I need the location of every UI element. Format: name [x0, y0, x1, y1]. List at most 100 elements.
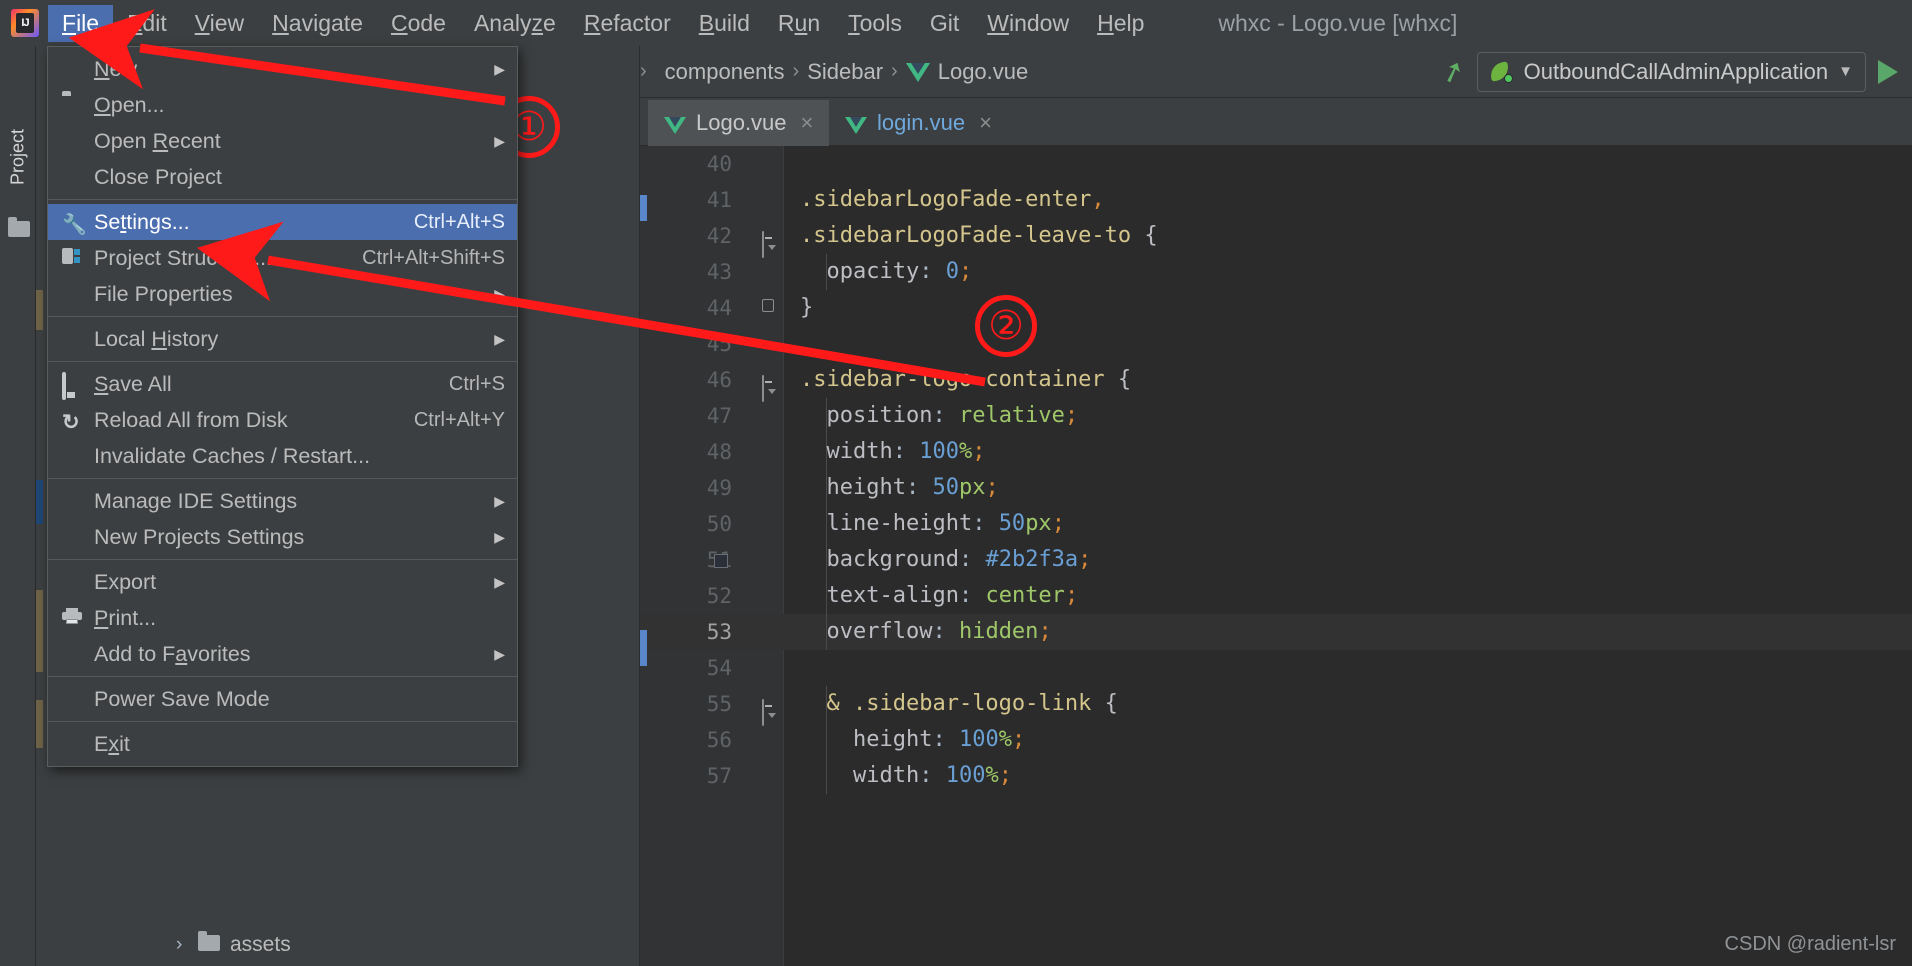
- menu-code[interactable]: Code: [377, 5, 460, 42]
- file-menu-item-print[interactable]: Print...: [48, 600, 517, 636]
- menu-edit[interactable]: Edit: [113, 5, 181, 42]
- code-token: line-height: [800, 511, 973, 536]
- file-menu-item-exit[interactable]: Exit: [48, 726, 517, 762]
- code-token: 50: [998, 511, 1026, 536]
- code-line[interactable]: 56 height: 100%;: [640, 722, 1912, 758]
- menu-analyze[interactable]: Analyze: [460, 5, 570, 42]
- project-tree[interactable]: ›assets›components: [36, 926, 640, 966]
- menu-item-label: New: [94, 56, 138, 81]
- file-menu-item-add-to-favorites[interactable]: Add to Favorites ▶: [48, 636, 517, 672]
- hammer-icon[interactable]: ➚: [1436, 52, 1470, 91]
- chevron-down-icon[interactable]: ▼: [1838, 63, 1853, 80]
- menu-navigate[interactable]: Navigate: [258, 5, 377, 42]
- code-line[interactable]: 47 position: relative;: [640, 398, 1912, 434]
- menu-run[interactable]: Run: [764, 5, 834, 42]
- code-line[interactable]: 54: [640, 650, 1912, 686]
- run-configuration-selector[interactable]: OutboundCallAdminApplication ▼: [1476, 51, 1866, 92]
- run-triangle-icon[interactable]: [1878, 59, 1898, 84]
- code-token: #2b2f3a: [985, 547, 1079, 572]
- code-line[interactable]: 45: [640, 326, 1912, 362]
- chevron-right-icon: ▶: [494, 285, 505, 302]
- chevron-right-icon: ▶: [494, 330, 505, 347]
- code-token: 100: [945, 763, 986, 788]
- code-line[interactable]: 44}: [640, 290, 1912, 326]
- menu-file[interactable]: File: [48, 4, 114, 42]
- code-token: :: [932, 403, 959, 428]
- code-token: .sidebar-logo-container: [800, 367, 1118, 392]
- folder-icon: [8, 217, 30, 238]
- fold-end-icon[interactable]: [762, 299, 777, 317]
- code-line[interactable]: 55 & .sidebar-logo-link {: [640, 686, 1912, 726]
- file-menu-item-project-structure[interactable]: Project Structure... Ctrl+Alt+Shift+S: [48, 240, 517, 276]
- code-line[interactable]: 49 height: 50px;: [640, 470, 1912, 506]
- breadcrumb-item-Logo-vue[interactable]: Logo.vue: [898, 59, 1037, 85]
- file-menu-item-local-history[interactable]: Local History ▶: [48, 321, 517, 357]
- file-menu-item-settings[interactable]: 🔧 Settings... Ctrl+Alt+S: [48, 204, 517, 240]
- menu-item-label: Local History: [94, 326, 219, 351]
- file-menu-item-file-properties[interactable]: File Properties ▶: [48, 276, 517, 312]
- breadcrumb-item-components[interactable]: components: [657, 59, 793, 85]
- fold-collapse-icon[interactable]: [762, 695, 777, 726]
- tree-node-assets[interactable]: › assets: [36, 926, 640, 964]
- breadcrumb-item-Sidebar[interactable]: Sidebar: [799, 59, 891, 85]
- file-menu-item-power-save-mode[interactable]: Power Save Mode: [48, 681, 517, 717]
- file-menu-item-manage-ide-settings[interactable]: Manage IDE Settings ▶: [48, 483, 517, 519]
- code-line[interactable]: 40: [640, 146, 1912, 182]
- menu-build[interactable]: Build: [685, 5, 764, 42]
- file-menu-item-export[interactable]: Export ▶: [48, 564, 517, 600]
- code-line[interactable]: 41 .sidebarLogoFade-enter,: [640, 182, 1912, 218]
- spring-boot-icon: [1488, 60, 1514, 83]
- code-line[interactable]: 51 background: #2b2f3a;: [640, 542, 1912, 578]
- menu-separator: [48, 676, 517, 677]
- chevron-right-icon[interactable]: ›: [176, 934, 188, 956]
- code-line[interactable]: 48 width: 100%;: [640, 434, 1912, 470]
- file-menu-item-close-project[interactable]: Close Project: [48, 159, 517, 195]
- editor-tab-Logo-vue[interactable]: Logo.vue ×: [648, 100, 830, 146]
- breadcrumb-leading-separator: ›: [640, 60, 647, 82]
- code-token: 100: [958, 727, 999, 752]
- line-number: 42: [706, 224, 732, 248]
- menu-separator: [48, 559, 517, 560]
- file-menu-item-open-recent[interactable]: Open Recent ▶: [48, 123, 517, 159]
- code-line[interactable]: 57 width: 100%;: [640, 758, 1912, 794]
- fold-collapse-icon[interactable]: [762, 371, 777, 402]
- code-line[interactable]: 46 .sidebar-logo-container {: [640, 362, 1912, 402]
- code-token: hidden: [958, 619, 1039, 644]
- file-menu-item-new[interactable]: New ▶: [48, 51, 517, 87]
- code-line[interactable]: 50 line-height: 50px;: [640, 506, 1912, 542]
- chevron-right-icon: ▶: [494, 492, 505, 509]
- file-menu-item-save-all[interactable]: Save All Ctrl+S: [48, 366, 517, 402]
- file-menu-item-invalidate-caches-restart[interactable]: Invalidate Caches / Restart...: [48, 438, 517, 474]
- menu-refactor[interactable]: Refactor: [570, 5, 685, 42]
- line-number: 40: [706, 152, 732, 176]
- menu-tools[interactable]: Tools: [834, 5, 916, 42]
- toolbar-right-group: ➚ OutboundCallAdminApplication ▼: [1437, 51, 1912, 92]
- close-icon[interactable]: ×: [979, 110, 992, 136]
- fold-collapse-icon[interactable]: [762, 227, 777, 258]
- file-menu-item-reload-all-from-disk[interactable]: ↻ Reload All from Disk Ctrl+Alt+Y: [48, 402, 517, 438]
- code-line[interactable]: 52 text-align: center;: [640, 578, 1912, 614]
- code-line[interactable]: 53 overflow: hidden;: [640, 614, 1912, 650]
- code-line[interactable]: 42 .sidebarLogoFade-leave-to {: [640, 218, 1912, 258]
- code-token: :: [932, 619, 959, 644]
- line-number: 57: [706, 764, 732, 788]
- menu-view[interactable]: View: [181, 5, 258, 42]
- menu-help[interactable]: Help: [1083, 5, 1158, 42]
- file-menu-popup[interactable]: New ▶ Open... Open Recent ▶ Close Project 🔧 Set…: [47, 46, 518, 767]
- menu-git[interactable]: Git: [916, 5, 973, 42]
- tool-window-button-project[interactable]: Project: [0, 102, 36, 212]
- annotation-marker-2: ②: [975, 295, 1037, 357]
- editor-tab-login-vue[interactable]: login.vue ×: [829, 100, 1008, 146]
- code-line[interactable]: 43 opacity: 0;: [640, 254, 1912, 290]
- menu-separator: [48, 721, 517, 722]
- menu-window[interactable]: Window: [973, 5, 1083, 42]
- file-menu-item-open[interactable]: Open...: [48, 87, 517, 123]
- file-menu-item-new-projects-settings[interactable]: New Projects Settings ▶: [48, 519, 517, 555]
- code-lines[interactable]: 40 41 .sidebarLogoFade-enter, 42 .sidebarLog…: [640, 146, 1912, 794]
- color-swatch-gutter-icon[interactable]: [714, 554, 728, 568]
- line-number: 49: [706, 476, 732, 500]
- close-icon[interactable]: ×: [801, 110, 814, 136]
- code-token: ;: [998, 763, 1012, 788]
- breadcrumb[interactable]: components › Sidebar › Logo.vue: [657, 59, 1037, 85]
- code-editor[interactable]: 40 41 .sidebarLogoFade-enter, 42 .sidebarLog…: [640, 146, 1912, 966]
